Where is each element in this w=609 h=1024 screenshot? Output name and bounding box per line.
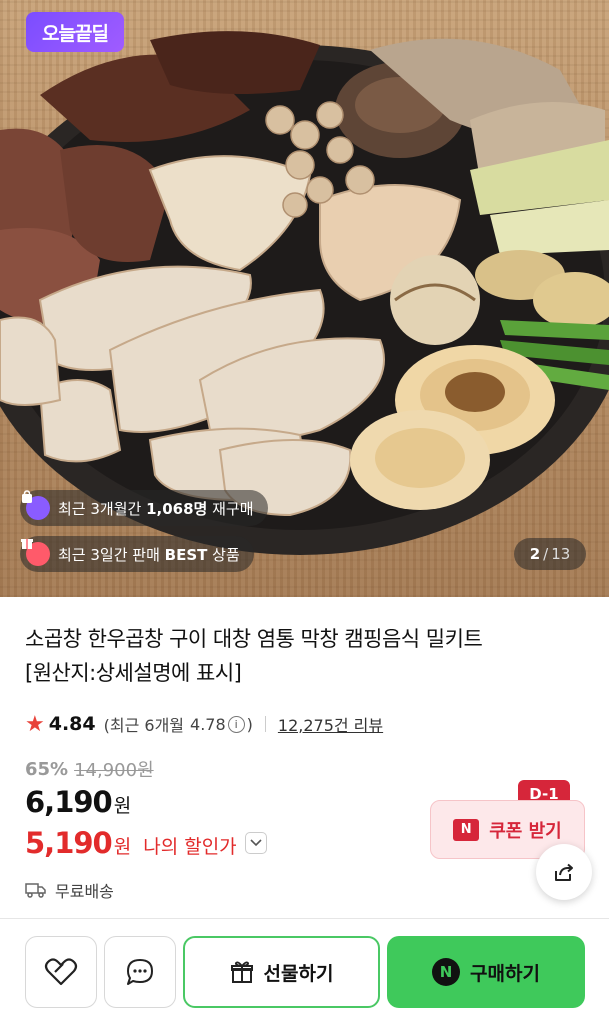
product-title: 소곱창 한우곱창 구이 대창 염통 막창 캠핑음식 밀키트 [원산지:상세설명에… [25, 622, 585, 690]
image-page-counter: 2 / 13 [514, 538, 586, 570]
recent-rating-label: (최근 6개월 [103, 716, 185, 735]
product-title-line2: [원산지:상세설명에 표시] [25, 661, 242, 685]
discount-row: 65% 14,900원 [25, 756, 154, 782]
rating-value: 4.84 [48, 713, 96, 735]
my-discount-price[interactable]: 5,190 원 나의 할인가 [25, 826, 267, 860]
page-current: 2 [529, 545, 541, 563]
repurchase-info-pill: 최근 3개월간 1,068명 재구매 [20, 490, 268, 526]
truck-icon [25, 883, 46, 898]
repurchase-suffix: 재구매 [212, 499, 254, 518]
gift-icon [230, 961, 253, 983]
naver-logo-icon: N [453, 818, 480, 841]
review-count-link[interactable]: 12,275건 리뷰 [278, 712, 383, 736]
info-icon[interactable]: i [227, 715, 245, 733]
best-suffix: 상품 [212, 545, 240, 564]
chat-button[interactable] [104, 936, 176, 1008]
my-discount-label: 나의 할인가 [143, 836, 237, 858]
divider [264, 716, 266, 732]
star-icon: ★ [25, 711, 45, 737]
delivery-label: 무료배송 [55, 882, 114, 901]
gift-button[interactable]: 선물하기 [183, 936, 380, 1008]
sale-price-unit: 원 [113, 795, 132, 817]
heart-icon [44, 958, 78, 986]
chat-bubble-icon [127, 959, 153, 985]
best-product-pill: 최근 3일간 판매 BEST 상품 [20, 536, 254, 572]
gift-box-icon [21, 539, 50, 566]
chevron-down-icon[interactable] [244, 832, 267, 854]
gift-button-label: 선물하기 [263, 962, 334, 985]
best-label: BEST [164, 545, 208, 564]
best-prefix: 최근 3일간 판매 [58, 545, 160, 564]
sale-price: 6,190 원 [25, 785, 131, 819]
recent-rating-value: 4.78 [190, 714, 226, 734]
today-deal-badge: 오늘끝딜 [26, 12, 124, 52]
repurchase-count: 1,068명 [146, 499, 208, 518]
product-title-line1: 소곱창 한우곱창 구이 대창 염통 막창 캠핑음식 밀키트 [25, 627, 483, 651]
my-price-value: 5,190 [25, 826, 113, 860]
delivery-info: 무료배송 [25, 878, 114, 902]
product-image[interactable]: 오늘끝딜 최근 3개월간 1,068명 재구매 최근 3일간 판매 BEST 상… [0, 0, 609, 597]
page-total: 13 [551, 545, 571, 563]
my-price-unit: 원 [113, 836, 132, 858]
original-price: 14,900원 [74, 760, 154, 781]
page-separator: / [543, 545, 549, 563]
buy-button[interactable]: N 구매하기 [387, 936, 585, 1008]
coupon-label: 쿠폰 받기 [489, 820, 562, 842]
shopping-bag-icon [22, 490, 50, 520]
buy-button-label: 구매하기 [470, 962, 540, 985]
repurchase-prefix: 최근 3개월간 [58, 499, 142, 518]
share-icon [555, 863, 573, 881]
wishlist-button[interactable] [25, 936, 97, 1008]
discount-percent: 65% [25, 758, 69, 780]
naver-pay-logo-icon: N [432, 958, 461, 986]
rating-row: ★ 4.84 (최근 6개월 4.78 i ) 12,275건 리뷰 [25, 710, 383, 738]
sale-price-value: 6,190 [25, 785, 113, 819]
recent-rating-close: ) [246, 714, 253, 734]
share-button[interactable] [536, 844, 592, 900]
